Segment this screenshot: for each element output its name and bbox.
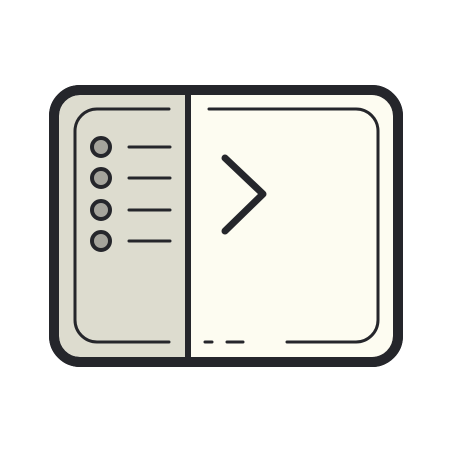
bullet-icon [90, 136, 112, 158]
bullet-icon [90, 167, 112, 189]
icon-canvas [0, 0, 452, 452]
content-panel [188, 95, 393, 357]
sidebar-panel [59, 95, 188, 357]
terminal-sidebar-window-icon [49, 85, 403, 367]
bullet-icon [90, 199, 112, 221]
bullet-icon [90, 230, 112, 252]
